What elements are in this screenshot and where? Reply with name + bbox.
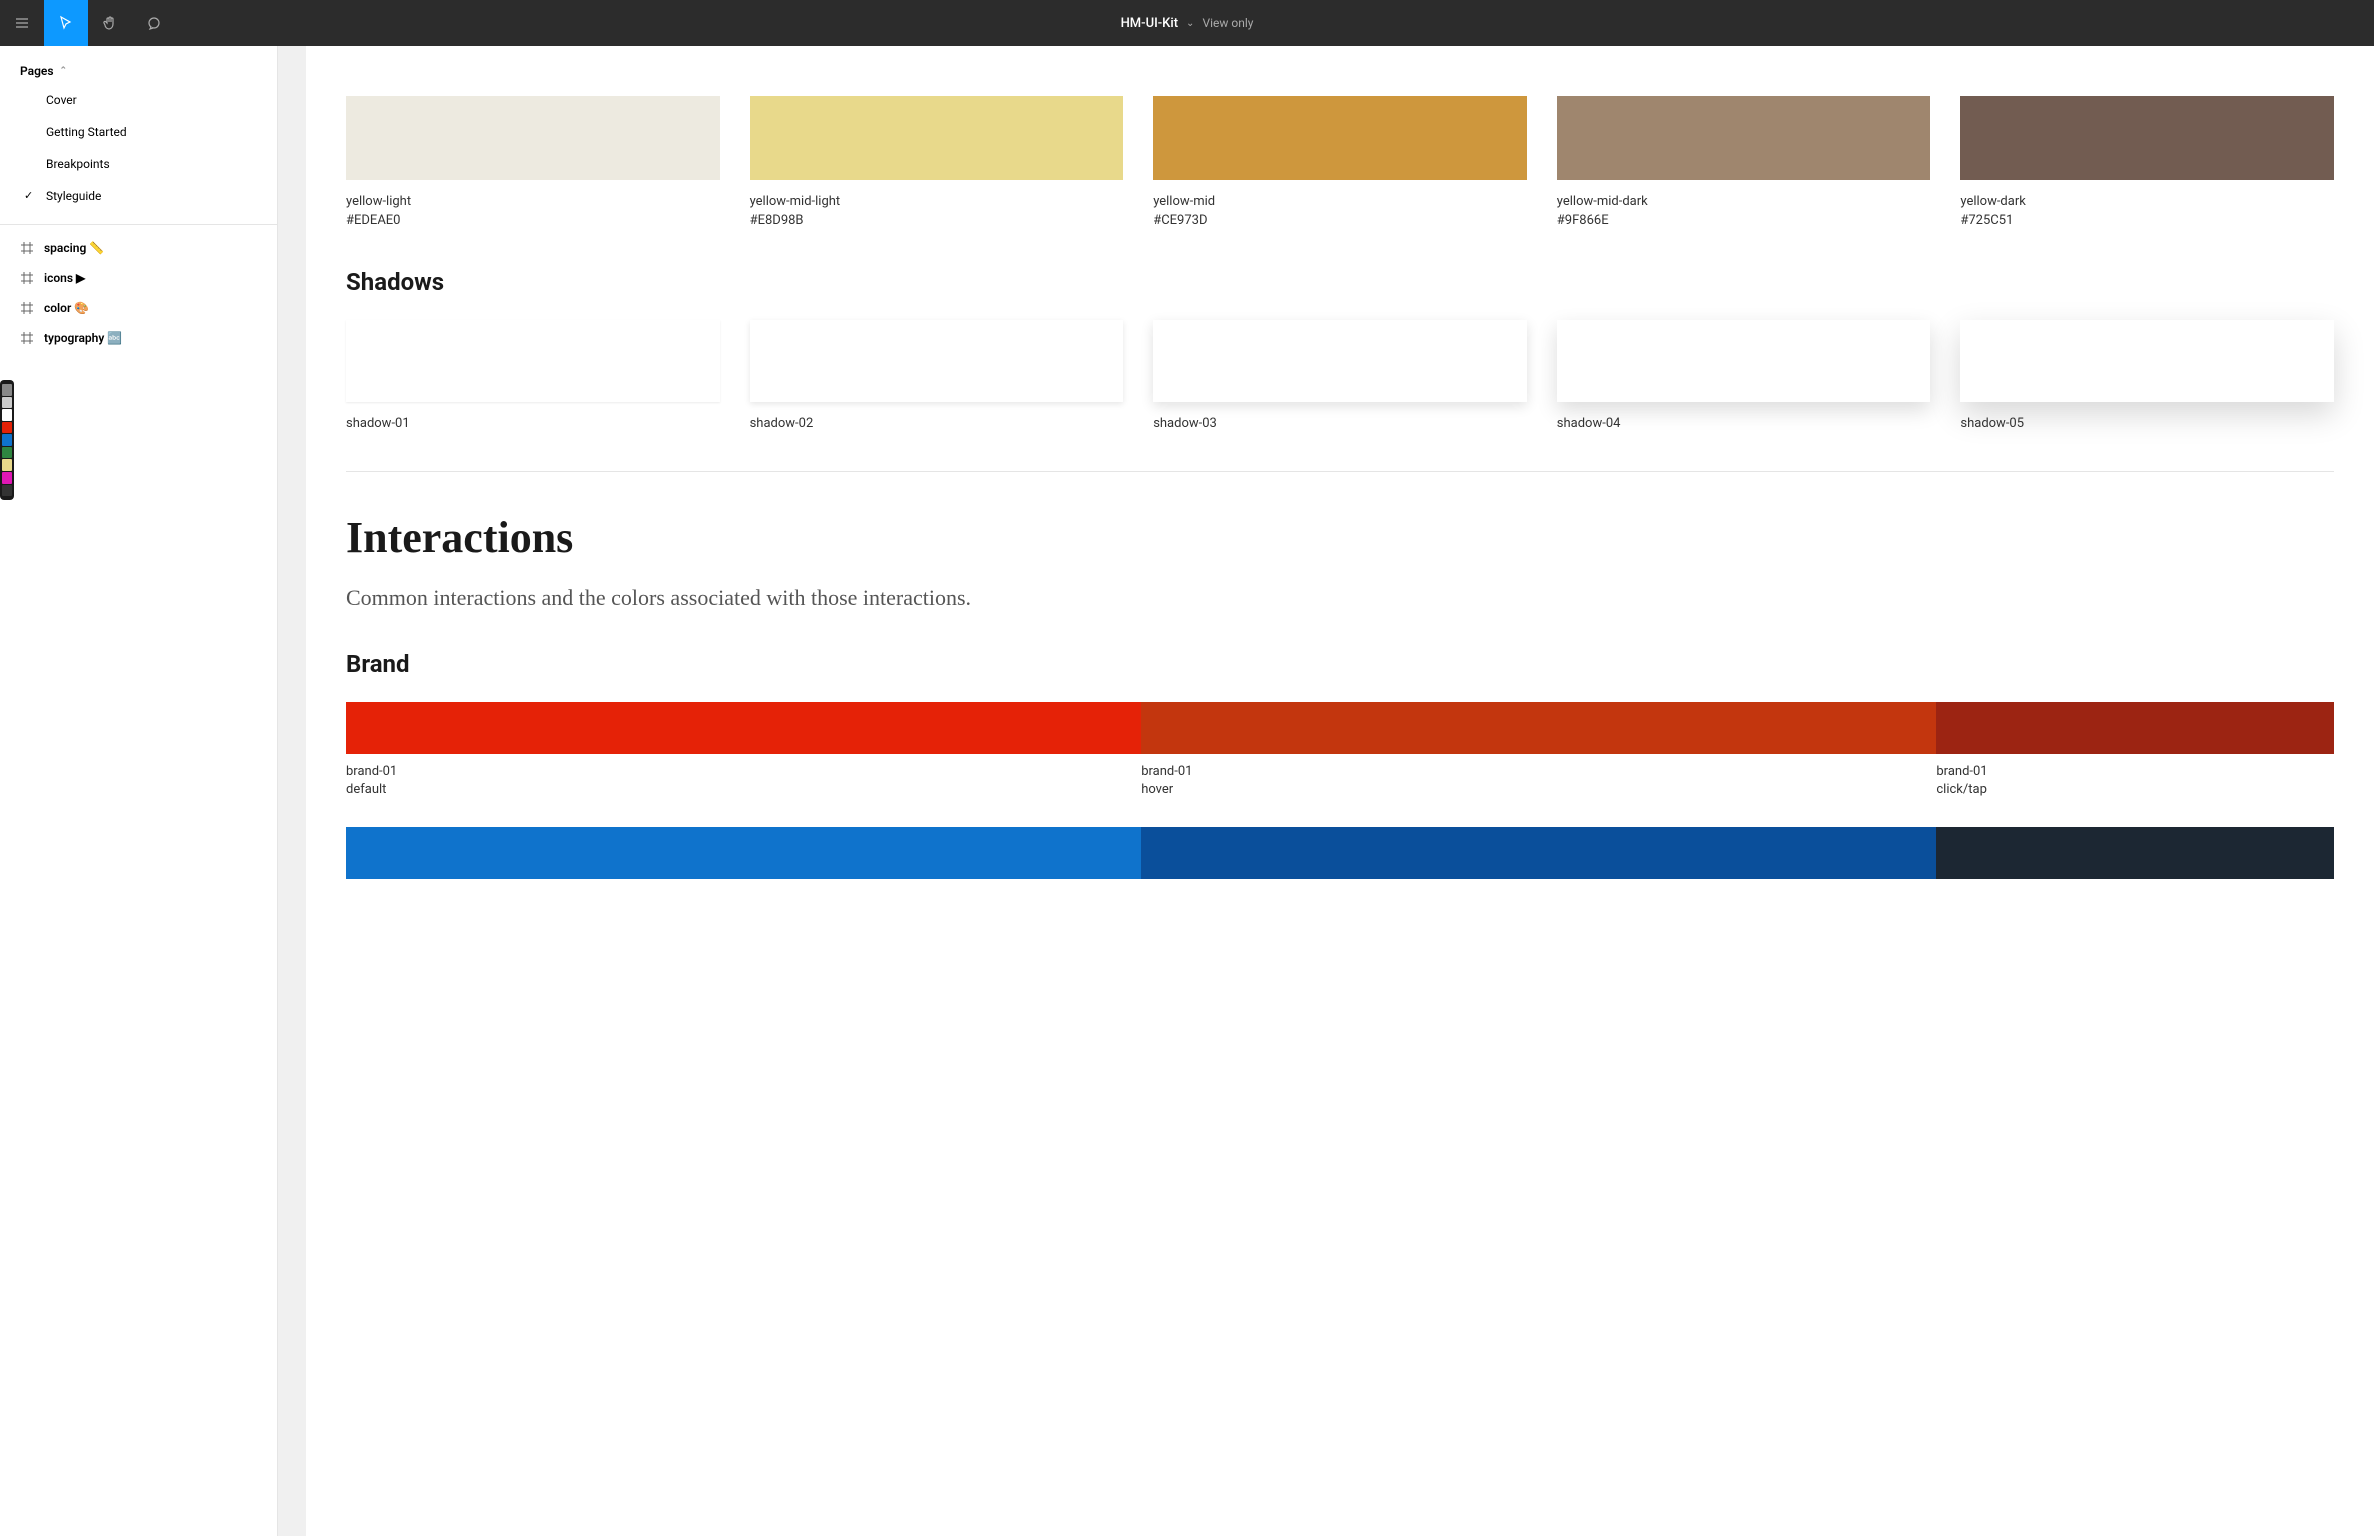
interaction-label: brand-01 click/tap — [1936, 764, 2334, 797]
interaction-label: brand-01 default — [346, 764, 1141, 797]
interaction-swatch[interactable] — [1936, 827, 2334, 879]
shadow-swatch[interactable]: shadow-01 — [346, 320, 720, 431]
canvas[interactable]: yellow-light #EDEAE0 yellow-mid-light #E8D9… — [278, 46, 2374, 1536]
cursor-icon — [58, 15, 74, 31]
layer-item[interactable]: spacing 📏 — [0, 233, 277, 263]
interaction-state: click/tap — [1936, 782, 2334, 797]
interaction-name: brand-01 — [1936, 764, 2334, 779]
swatch-hex: #EDEAE0 — [346, 213, 720, 228]
shadow-swatch[interactable]: shadow-04 — [1557, 320, 1931, 431]
layer-item[interactable]: color 🎨 — [0, 293, 277, 323]
color-swatch[interactable]: yellow-dark #725C51 — [1960, 96, 2334, 228]
interaction-state: hover — [1141, 782, 1936, 797]
shadow-box — [1960, 320, 2334, 402]
frame-icon — [20, 331, 34, 345]
shadow-box — [1557, 320, 1931, 402]
swatch-hex: #CE973D — [1153, 213, 1527, 228]
swatch-hex: #9F866E — [1557, 213, 1931, 228]
swatch-box — [1153, 96, 1527, 180]
layer-item[interactable]: typography 🔤 — [0, 323, 277, 353]
interaction-name: brand-01 — [1141, 764, 1936, 779]
shadow-swatch[interactable]: shadow-02 — [750, 320, 1124, 431]
color-swatch[interactable]: yellow-mid-dark #9F866E — [1557, 96, 1931, 228]
shadow-name: shadow-01 — [346, 416, 720, 431]
canvas-content: yellow-light #EDEAE0 yellow-mid-light #E8D9… — [306, 46, 2374, 1536]
divider — [346, 471, 2334, 472]
shadow-name: shadow-04 — [1557, 416, 1931, 431]
menu-button[interactable] — [0, 0, 44, 46]
shadow-box — [750, 320, 1124, 402]
swatch-name: yellow-mid-light — [750, 194, 1124, 209]
layer-label: icons ▶ — [44, 271, 85, 285]
interaction-name: brand-01 — [346, 764, 1141, 779]
color-swatch[interactable]: yellow-mid-light #E8D98B — [750, 96, 1124, 228]
shadow-swatch[interactable]: shadow-05 — [1960, 320, 2334, 431]
pages-header[interactable]: Pages ⌃ — [0, 58, 277, 84]
swatch-name: yellow-mid — [1153, 194, 1527, 209]
interaction-swatch[interactable] — [1141, 827, 1936, 879]
page-item[interactable]: Breakpoints — [0, 148, 277, 180]
interaction-swatch[interactable] — [346, 827, 1141, 879]
hand-icon — [102, 15, 118, 31]
hand-tool-button[interactable] — [88, 0, 132, 46]
interaction-swatch[interactable] — [1141, 702, 1936, 754]
swatch-hex: #725C51 — [1960, 213, 2334, 228]
shadow-name: shadow-05 — [1960, 416, 2334, 431]
page-item[interactable]: Cover — [0, 84, 277, 116]
view-mode-label: View only — [1202, 16, 1253, 30]
shadow-swatch[interactable]: shadow-03 — [1153, 320, 1527, 431]
pages-label: Pages — [20, 64, 54, 78]
left-sidebar: Pages ⌃ CoverGetting StartedBreakpointsS… — [0, 46, 278, 1536]
interaction-swatch[interactable] — [1936, 702, 2334, 754]
color-palette-strip[interactable] — [0, 380, 14, 500]
swatch-box — [1557, 96, 1931, 180]
swatch-name: yellow-dark — [1960, 194, 2334, 209]
comment-icon — [146, 15, 162, 31]
layers-section: spacing 📏 icons ▶ color 🎨 typography 🔤 — [0, 225, 277, 361]
frame-icon — [20, 241, 34, 255]
frame-icon — [20, 301, 34, 315]
swatch-name: yellow-light — [346, 194, 720, 209]
swatch-box — [750, 96, 1124, 180]
swatch-box — [346, 96, 720, 180]
page-item[interactable]: Styleguide — [0, 180, 277, 212]
swatch-hex: #E8D98B — [750, 213, 1124, 228]
shadow-name: shadow-02 — [750, 416, 1124, 431]
document-title: HM-UI-Kit — [1121, 16, 1178, 31]
swatch-name: yellow-mid-dark — [1557, 194, 1931, 209]
interactions-heading: Interactions — [346, 512, 2334, 563]
interactions-description: Common interactions and the colors assoc… — [346, 581, 1066, 614]
interaction-color-bar — [346, 702, 2334, 754]
color-swatch[interactable]: yellow-light #EDEAE0 — [346, 96, 720, 228]
layer-label: typography 🔤 — [44, 331, 122, 345]
shadows-heading: Shadows — [346, 268, 2334, 296]
layer-item[interactable]: icons ▶ — [0, 263, 277, 293]
chevron-down-icon: ⌄ — [1186, 18, 1194, 29]
color-swatch-row: yellow-light #EDEAE0 yellow-mid-light #E8D9… — [346, 96, 2334, 228]
shadow-box — [346, 320, 720, 402]
color-swatch[interactable]: yellow-mid #CE973D — [1153, 96, 1527, 228]
move-tool-button[interactable] — [44, 0, 88, 46]
page-item[interactable]: Getting Started — [0, 116, 277, 148]
topbar: HM-UI-Kit ⌄ View only — [0, 0, 2374, 46]
interaction-state: default — [346, 782, 1141, 797]
chevron-up-icon: ⌃ — [60, 66, 68, 76]
shadow-row: shadow-01 shadow-02 shadow-03 shadow-04 shad… — [346, 320, 2334, 431]
topbar-tools — [0, 0, 176, 46]
interaction-swatch[interactable] — [346, 702, 1141, 754]
brand-heading: Brand — [346, 650, 2334, 678]
interaction-labels-row: brand-01defaultbrand-01hoverbrand-01clic… — [346, 764, 2334, 797]
pages-section: Pages ⌃ CoverGetting StartedBreakpointsS… — [0, 46, 277, 225]
document-title-area[interactable]: HM-UI-Kit ⌄ View only — [1121, 16, 1254, 31]
shadow-name: shadow-03 — [1153, 416, 1527, 431]
comment-tool-button[interactable] — [132, 0, 176, 46]
swatch-box — [1960, 96, 2334, 180]
hamburger-icon — [14, 15, 30, 31]
shadow-box — [1153, 320, 1527, 402]
interaction-label: brand-01 hover — [1141, 764, 1936, 797]
frame-icon — [20, 271, 34, 285]
interaction-color-bar — [346, 827, 2334, 879]
layer-label: color 🎨 — [44, 301, 89, 315]
layer-label: spacing 📏 — [44, 241, 104, 255]
